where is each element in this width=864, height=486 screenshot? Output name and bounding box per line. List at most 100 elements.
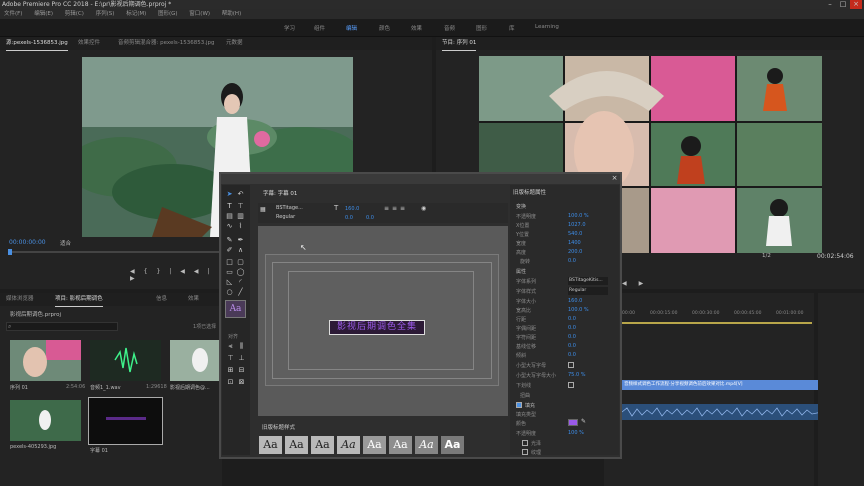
attr-tracking-value[interactable]: 0.0 [568, 334, 576, 340]
path-type-icon[interactable]: ∿ [225, 222, 234, 231]
prop-rotation-value[interactable]: 0.0 [568, 258, 576, 264]
show-background-icon[interactable]: ◉ [421, 205, 426, 212]
sheen-checkbox[interactable] [522, 440, 528, 446]
minimize-icon[interactable]: – [824, 0, 836, 9]
style-swatch-4[interactable]: Aa [337, 436, 360, 454]
fill-checkbox[interactable] [516, 402, 522, 408]
go-in-icon[interactable]: |◀ [169, 268, 194, 275]
vertical-path-icon[interactable]: ⌇ [236, 222, 245, 231]
bracket-out-icon[interactable]: } [156, 268, 169, 275]
pen-tool-icon[interactable]: ✎ [225, 236, 234, 245]
tab-audio-mixer[interactable]: 音频剪辑混合器: pexels-1536853.jpg [118, 37, 214, 50]
font-style-select[interactable]: Regular [276, 214, 295, 220]
attr-leading-value[interactable]: 0.0 [568, 316, 576, 322]
ws-audio[interactable]: 音频 [444, 24, 455, 32]
align-top-icon[interactable]: ⊤ [226, 354, 235, 363]
prop-x-value[interactable]: 1027.0 [568, 222, 586, 228]
attr-font-family-select[interactable]: BSTitageKitis... [568, 277, 608, 285]
ws-effects[interactable]: 效果 [411, 24, 422, 32]
clipped-rect-icon[interactable]: ▭ [225, 268, 234, 277]
ws-libraries[interactable]: 库 [509, 24, 515, 32]
work-area-bar[interactable] [622, 322, 812, 324]
tab-metadata[interactable]: 元数据 [226, 37, 243, 50]
timeline-ruler[interactable]: 00:00 00:00:15:00 00:00:30:00 00:00:45:0… [620, 311, 810, 321]
tab-effects[interactable]: 效果 [188, 293, 199, 306]
convert-anchor-icon[interactable]: ∧ [236, 246, 245, 255]
attr-distort-label[interactable]: 扭曲 [520, 392, 530, 399]
source-fit-select[interactable]: 适合 [60, 239, 71, 247]
attr-aspect-value[interactable]: 100.0 % [568, 307, 589, 313]
text-align-buttons[interactable]: ≡≡≡ [384, 205, 408, 212]
thumb-title-selected[interactable] [88, 397, 163, 445]
ws-editing[interactable]: 编辑 [346, 24, 357, 32]
tab-media-browser[interactable]: 媒体浏览器 [6, 293, 34, 306]
line-tool-icon[interactable]: ╱ [236, 288, 245, 297]
align-center-icon[interactable]: ⫼ [237, 342, 246, 351]
round-rect-icon[interactable]: ◯ [236, 268, 245, 277]
center-v-icon[interactable]: ⊠ [237, 378, 246, 387]
attr-kerning-value[interactable]: 0.0 [568, 325, 576, 331]
rounded-rect-icon[interactable]: ▢ [236, 258, 245, 267]
source-timecode[interactable]: 00:00:00:00 [9, 239, 46, 246]
tab-effect-controls[interactable]: 效果控件 [78, 37, 100, 50]
menu-graphics[interactable]: 图形(G) [158, 11, 178, 17]
ellipse-tool-icon[interactable]: ○ [225, 288, 234, 297]
play-icon[interactable]: ▶ [130, 275, 144, 282]
style-swatch-1[interactable]: Aa [259, 436, 282, 454]
wedge-tool-icon[interactable]: ◺ [225, 278, 234, 287]
align-middle-icon[interactable]: ⊥ [237, 354, 246, 363]
rotate-tool-icon[interactable]: ↶ [236, 190, 245, 199]
thumb-video[interactable] [170, 340, 220, 381]
menu-marker[interactable]: 标记(M) [126, 11, 146, 17]
align-left-icon[interactable]: ⫷ [226, 342, 235, 351]
transform-section[interactable]: 变换 [516, 203, 526, 210]
prop-width-value[interactable]: 1400 [568, 240, 581, 246]
vertical-area-icon[interactable]: ▥ [236, 212, 245, 221]
source-playhead[interactable] [8, 249, 12, 255]
attributes-section[interactable]: 属性 [516, 268, 526, 275]
leading-value[interactable]: 0.0 [345, 215, 353, 221]
menu-file[interactable]: 文件(F) [4, 11, 22, 17]
menu-window[interactable]: 窗口(W) [189, 11, 210, 17]
close-icon[interactable]: × [850, 0, 862, 9]
center-h-icon[interactable]: ⊡ [226, 378, 235, 387]
fill-color-swatch[interactable] [568, 419, 578, 426]
thumb-pexels[interactable] [10, 400, 81, 441]
font-size-value[interactable]: 160.0 [345, 206, 359, 212]
ws-assembly[interactable]: 组件 [314, 24, 325, 32]
tab-info[interactable]: 信息 [156, 293, 167, 306]
menu-sequence[interactable]: 序列(S) [96, 11, 115, 17]
tab-source[interactable]: 源:pexels-1536853.jpg [6, 37, 68, 51]
menu-clip[interactable]: 剪辑(C) [65, 11, 84, 17]
program-resolution[interactable]: 1/2 [762, 253, 771, 259]
menu-edit[interactable]: 编辑(E) [34, 11, 53, 17]
add-anchor-icon[interactable]: ✒ [236, 236, 245, 245]
attr-slant-value[interactable]: 0.0 [568, 352, 576, 358]
menu-help[interactable]: 帮助(H) [222, 11, 241, 17]
title-styles-tab[interactable]: 旧版标题样式 [262, 423, 295, 431]
attr-baseline-value[interactable]: 0.0 [568, 343, 576, 349]
ws-color[interactable]: 颜色 [379, 24, 390, 32]
title-text[interactable]: 影视后期调色全集 [331, 321, 423, 334]
font-family-select[interactable]: BSTitage... [276, 205, 303, 211]
style-swatch-3[interactable]: Aa [311, 436, 334, 454]
prog-step-back-icon[interactable]: ◀ [622, 280, 639, 287]
style-swatch-7[interactable]: Aa [415, 436, 438, 454]
distribute-h-icon[interactable]: ⊞ [226, 366, 235, 375]
properties-tab[interactable]: 旧版标题属性 [513, 188, 546, 196]
fill-opacity-value[interactable]: 100 % [568, 430, 584, 436]
ws-learn[interactable]: 学习 [284, 24, 295, 32]
dialog-close-icon[interactable]: × [610, 174, 619, 183]
eyedropper-icon[interactable]: ✎ [581, 418, 586, 425]
style-swatch-5[interactable]: Aa [363, 436, 386, 454]
prog-play-icon[interactable]: ▶ [639, 280, 656, 287]
maximize-icon[interactable]: □ [837, 0, 849, 9]
fill-section[interactable]: 填充 [525, 402, 535, 409]
style-swatch-8[interactable]: Aa [441, 436, 464, 454]
tab-project[interactable]: 项目: 影视后期调色 [55, 293, 103, 307]
delete-anchor-icon[interactable]: ✐ [225, 246, 234, 255]
attr-font-size-value[interactable]: 160.0 [568, 298, 582, 304]
kerning-value[interactable]: 0.0 [366, 215, 374, 221]
texture-checkbox[interactable] [522, 449, 528, 455]
attr-small-caps-checkbox[interactable] [568, 362, 574, 368]
